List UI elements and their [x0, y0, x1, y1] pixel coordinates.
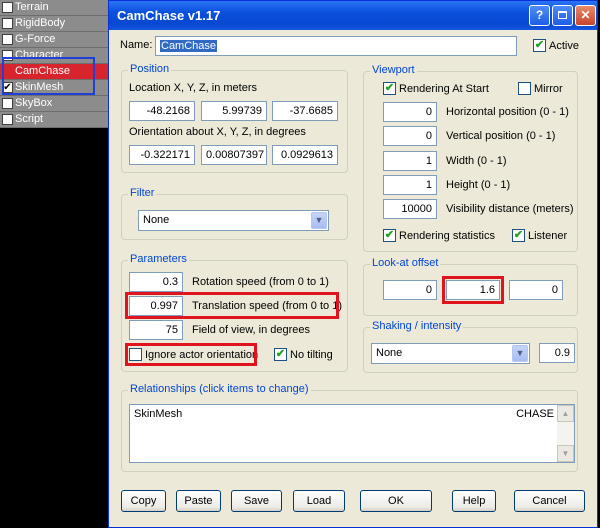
relationship-target: SkinMesh: [134, 408, 183, 420]
relationship-type: CHASE: [516, 408, 554, 420]
scroll-down-icon[interactable]: ▼: [557, 445, 574, 462]
list-item-gforce[interactable]: G-Force: [0, 32, 108, 48]
skybox-checkbox[interactable]: [2, 98, 13, 109]
help-icon: ?: [535, 8, 544, 22]
list-item-label: G-Force: [15, 33, 56, 45]
no-tilting-checkbox[interactable]: ✔: [274, 348, 287, 361]
mirror-checkbox[interactable]: [518, 82, 531, 95]
horizontal-position-label: Horizontal position (0 - 1): [446, 106, 569, 118]
close-icon: ✕: [580, 8, 591, 22]
terrain-checkbox[interactable]: [2, 2, 13, 13]
list-item-rigidbody[interactable]: RigidBody: [0, 16, 108, 32]
shaking-value: None: [376, 347, 403, 359]
list-item-script[interactable]: Script: [0, 112, 108, 128]
width-label: Width (0 - 1): [446, 155, 507, 167]
orientation-y-field[interactable]: 0.00807397: [201, 145, 267, 165]
list-item-label: RigidBody: [15, 17, 66, 29]
highlight-annotation-blue: [2, 57, 95, 95]
copy-button[interactable]: Copy: [121, 490, 166, 512]
shaking-dropdown[interactable]: None ▼: [371, 343, 530, 364]
name-label: Name:: [120, 39, 153, 51]
cancel-button[interactable]: Cancel: [514, 490, 585, 512]
orientation-label: Orientation about X, Y, Z, in degrees: [129, 126, 306, 138]
location-z-field[interactable]: -37.6685: [272, 101, 338, 121]
window-title: CamChase v1.17: [117, 8, 221, 23]
maximize-button[interactable]: [552, 5, 573, 26]
relationships-scrollbar[interactable]: ▲ ▼: [557, 405, 574, 462]
vertical-position-label: Vertical position (0 - 1): [446, 130, 556, 142]
name-value: CamChase: [160, 40, 218, 52]
look-at-offset-title: Look-at offset: [370, 257, 441, 269]
location-x-field[interactable]: -48.2168: [129, 101, 195, 121]
save-button[interactable]: Save: [231, 490, 282, 512]
rotation-speed-field[interactable]: 0.3: [129, 272, 183, 292]
orientation-z-field[interactable]: 0.0929613: [272, 145, 338, 165]
height-label: Height (0 - 1): [446, 179, 511, 191]
parameters-title: Parameters: [128, 253, 189, 265]
help-title-button[interactable]: ?: [529, 5, 550, 26]
filter-dropdown[interactable]: None ▼: [138, 210, 329, 231]
width-field[interactable]: 1: [383, 151, 437, 171]
name-field[interactable]: CamChase: [155, 36, 517, 56]
rotation-speed-label: Rotation speed (from 0 to 1): [192, 276, 329, 288]
active-checkbox[interactable]: ✔: [533, 39, 546, 52]
ok-button[interactable]: OK: [360, 490, 432, 512]
listener-label: Listener: [528, 230, 568, 242]
highlight-annotation-lookat: [442, 276, 504, 304]
filter-title: Filter: [128, 187, 157, 199]
filter-value: None: [143, 214, 170, 226]
camchase-dialog: CamChase v1.17 ? ✕ Name: CamChase ✔ Acti…: [108, 0, 598, 528]
chevron-down-icon[interactable]: ▼: [311, 212, 327, 229]
maximize-icon: [558, 11, 567, 19]
close-button[interactable]: ✕: [575, 5, 596, 26]
shaking-title: Shaking / intensity: [370, 320, 464, 332]
location-label: Location X, Y, Z, in meters: [129, 82, 257, 94]
field-of-view-field[interactable]: 75: [129, 320, 183, 340]
visibility-distance-field[interactable]: 10000: [383, 199, 437, 219]
active-label: Active: [549, 40, 579, 52]
chevron-down-icon[interactable]: ▼: [512, 345, 528, 362]
highlight-annotation-ignore: [125, 343, 257, 366]
list-item-label: SkyBox: [15, 97, 53, 109]
rendering-statistics-checkbox[interactable]: ✔: [383, 229, 396, 242]
orientation-x-field[interactable]: -0.322171: [129, 145, 195, 165]
relationships-list[interactable]: SkinMesh CHASE ▲ ▼: [129, 404, 575, 463]
highlight-annotation-translation: [125, 292, 339, 319]
help-button[interactable]: Help: [452, 490, 496, 512]
rendering-at-start-label: Rendering At Start: [399, 83, 489, 95]
list-item-label: Terrain: [15, 1, 49, 13]
scroll-up-icon[interactable]: ▲: [557, 405, 574, 422]
rigidbody-checkbox[interactable]: [2, 18, 13, 29]
look-at-x-field[interactable]: 0: [383, 280, 437, 300]
relationships-title: Relationships (click items to change): [128, 383, 311, 395]
field-of-view-label: Field of view, in degrees: [192, 324, 311, 336]
height-field[interactable]: 1: [383, 175, 437, 195]
listener-checkbox[interactable]: ✔: [512, 229, 525, 242]
list-item-skybox[interactable]: SkyBox: [0, 96, 108, 112]
shaking-intensity-field[interactable]: 0.9: [539, 343, 575, 363]
location-y-field[interactable]: 5.99739: [201, 101, 267, 121]
rendering-statistics-label: Rendering statistics: [399, 230, 495, 242]
visibility-distance-label: Visibility distance (meters): [446, 203, 574, 215]
position-title: Position: [128, 63, 172, 75]
no-tilting-label: No tilting: [290, 349, 333, 361]
gforce-checkbox[interactable]: [2, 34, 13, 45]
vertical-position-field[interactable]: 0: [383, 126, 437, 146]
look-at-z-field[interactable]: 0: [509, 280, 563, 300]
list-item-label: Script: [15, 113, 44, 125]
script-checkbox[interactable]: [2, 114, 13, 125]
horizontal-position-field[interactable]: 0: [383, 102, 437, 122]
load-button[interactable]: Load: [293, 490, 345, 512]
rendering-at-start-checkbox[interactable]: ✔: [383, 82, 396, 95]
list-item-terrain[interactable]: Terrain: [0, 0, 108, 16]
viewport-title: Viewport: [370, 64, 417, 76]
title-bar[interactable]: CamChase v1.17: [109, 1, 597, 30]
paste-button[interactable]: Paste: [176, 490, 221, 512]
mirror-label: Mirror: [534, 83, 563, 95]
list-item[interactable]: SkinMesh CHASE: [134, 408, 554, 423]
